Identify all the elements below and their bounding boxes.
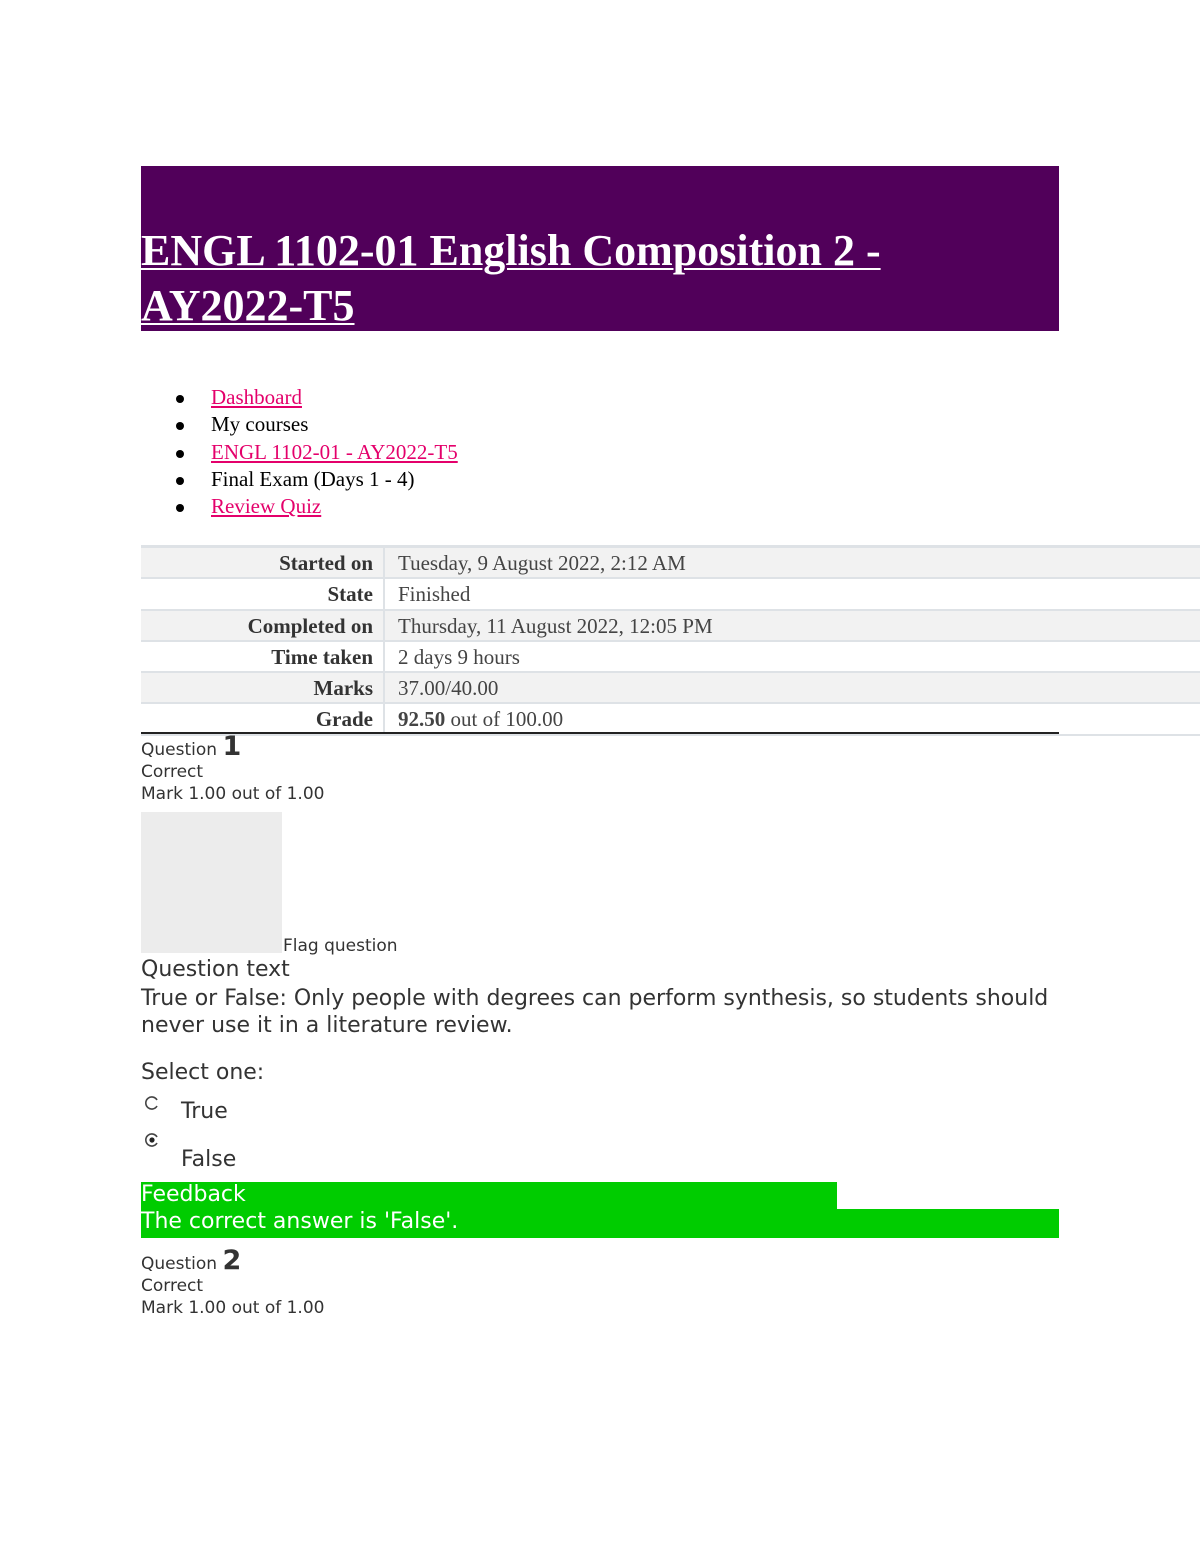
bullet-icon xyxy=(176,504,184,513)
breadcrumb-my-courses: My courses xyxy=(211,412,309,437)
breadcrumb-item-my-courses: My courses xyxy=(176,411,458,438)
state-label: State xyxy=(327,582,374,607)
question-text: True or False: Only people with degrees … xyxy=(141,986,1049,1038)
breadcrumb-course-link[interactable]: ENGL 1102-01 - AY2022-T5 xyxy=(211,440,458,464)
feedback-heading: Feedback xyxy=(141,1182,246,1207)
question-2-heading: Question 2 xyxy=(141,1247,324,1275)
summary-row-state: State Finished xyxy=(141,579,1200,611)
breadcrumb-item-course: ENGL 1102-01 - AY2022-T5 xyxy=(176,439,458,466)
marks-label: Marks xyxy=(313,676,374,701)
bullet-icon xyxy=(176,395,184,403)
started-value: Tuesday, 9 August 2022, 2:12 AM xyxy=(383,548,1200,578)
flag-question-label[interactable]: Flag question xyxy=(283,936,398,956)
radio-true-icon[interactable] xyxy=(145,1096,159,1110)
marks-value: 37.00/40.00 xyxy=(383,673,1200,703)
summary-row-completed: Completed on Thursday, 11 August 2022, 1… xyxy=(141,610,1200,642)
question-1-mark: Mark 1.00 out of 1.00 xyxy=(141,784,325,804)
radio-false-selected-icon[interactable] xyxy=(145,1133,159,1147)
question-prefix: Question xyxy=(141,740,218,760)
question-2-mark: Mark 1.00 out of 1.00 xyxy=(141,1298,325,1318)
select-one-prompt: Select one: xyxy=(141,1060,265,1085)
question-1-info: Question 1 Correct Mark 1.00 out of 1.00 xyxy=(141,733,325,805)
question-number: 1 xyxy=(222,731,242,762)
breadcrumb-final-exam: Final Exam (Days 1 - 4) xyxy=(211,466,415,491)
grade-label: Grade xyxy=(315,707,373,732)
feedback-text: The correct answer is 'False'. xyxy=(141,1209,459,1234)
time-taken-value: 2 days 9 hours xyxy=(383,641,1200,672)
course-title-link[interactable]: ENGL 1102-01 English Composition 2 - AY2… xyxy=(141,223,1041,333)
breadcrumb-item-dashboard: Dashboard xyxy=(176,384,458,411)
quiz-review-page: ENGL 1102-01 English Composition 2 - AY2… xyxy=(0,0,1200,1553)
breadcrumb-item-review-quiz: Review Quiz xyxy=(176,493,458,520)
flag-icon[interactable] xyxy=(141,812,282,953)
question-2-info: Question 2 Correct Mark 1.00 out of 1.00 xyxy=(141,1247,325,1319)
answer-option-false[interactable]: False xyxy=(181,1147,236,1172)
question-text-heading: Question text xyxy=(141,957,290,982)
question-2-status: Correct xyxy=(141,1276,204,1296)
state-value: Finished xyxy=(383,579,1200,609)
completed-label: Completed on xyxy=(247,613,373,638)
summary-row-time: Time taken 2 days 9 hours xyxy=(141,641,1200,674)
question-number: 2 xyxy=(222,1245,242,1276)
breadcrumb-review-quiz-link[interactable]: Review Quiz xyxy=(211,494,321,518)
grade-out-of: out of 100.00 xyxy=(445,707,564,732)
bullet-icon xyxy=(176,422,184,431)
summary-divider xyxy=(141,732,1059,734)
breadcrumb-dashboard-link[interactable]: Dashboard xyxy=(211,385,302,409)
grade-score: 92.50 xyxy=(398,707,446,732)
summary-row-started: Started on Tuesday, 9 August 2022, 2:12 … xyxy=(141,548,1200,580)
question-1-status: Correct xyxy=(141,762,204,782)
grade-value: 92.50 out of 100.00 xyxy=(383,704,1200,734)
started-label: Started on xyxy=(279,551,373,575)
bullet-icon xyxy=(176,449,184,458)
bullet-icon xyxy=(176,476,184,485)
completed-value: Thursday, 11 August 2022, 12:05 PM xyxy=(383,610,1200,640)
breadcrumb: Dashboard My courses ENGL 1102-01 - AY20… xyxy=(176,384,458,520)
summary-row-marks: Marks 37.00/40.00 xyxy=(141,673,1200,705)
quiz-summary-table: Started on Tuesday, 9 August 2022, 2:12 … xyxy=(141,545,1200,736)
answer-option-true[interactable]: True xyxy=(181,1099,228,1124)
question-prefix: Question xyxy=(141,1254,218,1274)
question-1-heading: Question 1 xyxy=(141,733,324,761)
time-taken-label: Time taken xyxy=(271,644,373,669)
breadcrumb-item-final-exam: Final Exam (Days 1 - 4) xyxy=(176,466,458,493)
